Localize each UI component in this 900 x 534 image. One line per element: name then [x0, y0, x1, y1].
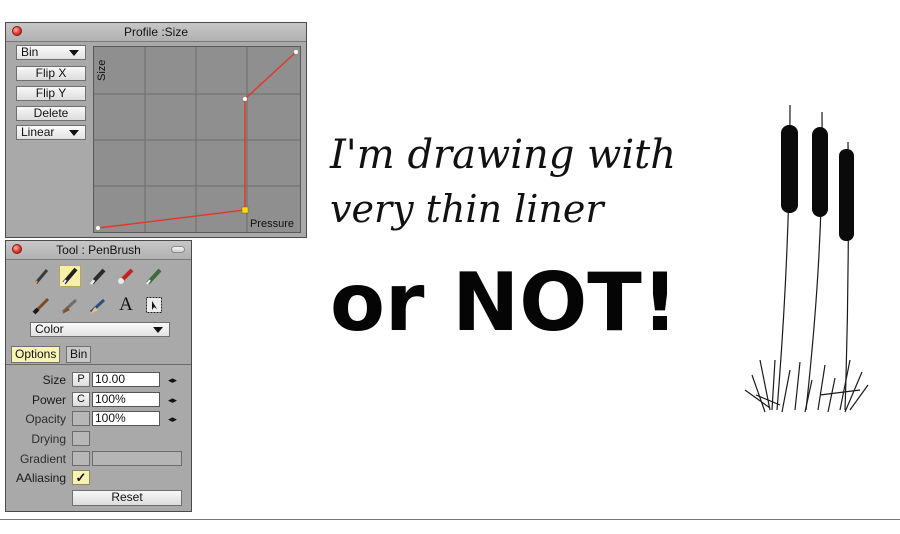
profile-title: Profile :Size — [123, 25, 189, 39]
handwriting-line-1: I'm drawing with — [329, 132, 676, 178]
curve-point-selected[interactable] — [241, 206, 249, 214]
power-stepper-icon[interactable]: ◂▸ — [168, 395, 177, 406]
curve-type-dropdown[interactable]: Linear — [16, 125, 86, 140]
marker-icon — [89, 268, 106, 285]
drying-label: Drying — [31, 432, 66, 446]
bin-dropdown[interactable]: Bin — [16, 45, 86, 60]
color-dropdown-label: Color — [35, 322, 64, 336]
tab-bin[interactable]: Bin — [66, 346, 92, 363]
flip-x-button[interactable]: Flip X — [16, 66, 86, 81]
power-label: Power — [31, 393, 66, 407]
delete-label: Delete — [33, 106, 69, 120]
cattail-heads — [781, 125, 854, 241]
power-field[interactable]: 100% — [92, 392, 160, 407]
airbrush-tool-button[interactable] — [115, 265, 137, 287]
opacity-label: Opacity — [25, 412, 66, 426]
fan-brush-icon — [89, 298, 106, 314]
power-curve-toggle[interactable]: C — [72, 392, 90, 407]
pencil-icon — [34, 269, 49, 285]
close-icon[interactable] — [12, 244, 22, 254]
profile-titlebar[interactable]: Profile :Size — [6, 23, 306, 42]
y-axis-label: Size — [96, 59, 108, 81]
color-dropdown[interactable]: Color — [30, 322, 170, 337]
aaliasing-checkbox[interactable]: ✓ — [72, 470, 90, 485]
close-icon[interactable] — [12, 26, 22, 36]
flip-y-button[interactable]: Flip Y — [16, 86, 86, 101]
curve-point[interactable] — [96, 226, 100, 230]
tab-options[interactable]: Options — [11, 346, 61, 363]
gradient-toggle[interactable] — [72, 451, 90, 466]
checkmark-icon: ✓ — [75, 470, 87, 485]
eraser-pen-tool-button[interactable] — [143, 265, 165, 287]
power-mode-label: C — [77, 393, 85, 405]
opacity-field[interactable]: 100% — [92, 411, 160, 426]
eraser-pen-icon — [146, 268, 162, 285]
chevron-down-icon — [153, 327, 163, 333]
x-axis-label: Pressure — [249, 218, 294, 230]
tab-divider — [6, 364, 191, 365]
pen-icon — [62, 267, 78, 285]
size-mode-label: P — [77, 373, 85, 385]
tool-title: Tool : PenBrush — [56, 243, 141, 257]
profile-curve-graph[interactable]: Size Pressure — [93, 46, 301, 233]
opacity-stepper-icon[interactable]: ◂▸ — [168, 414, 177, 425]
selection-tool-button[interactable] — [143, 294, 165, 316]
bold-brush-text: or NOT! — [330, 256, 678, 349]
reset-button[interactable]: Reset — [72, 490, 182, 506]
chevron-down-icon — [69, 50, 79, 56]
tab-bin-label: Bin — [70, 347, 88, 361]
flip-x-label: Flip X — [35, 66, 67, 80]
text-tool-button[interactable]: A — [115, 294, 137, 316]
gradient-label: Gradient — [19, 452, 66, 466]
flat-brush-tool-button[interactable] — [59, 294, 81, 316]
curve-type-label: Linear — [21, 125, 55, 139]
flip-y-label: Flip Y — [35, 86, 67, 100]
airbrush-icon — [118, 268, 134, 284]
curve-point[interactable] — [294, 50, 298, 54]
size-label: Size — [42, 373, 66, 387]
size-stepper-icon[interactable]: ◂▸ — [168, 375, 177, 386]
gradient-bar[interactable] — [92, 451, 182, 466]
flat-brush-icon — [61, 298, 78, 314]
selection-tool-icon — [146, 297, 162, 313]
brush-icon — [32, 297, 50, 315]
pencil-tool-button[interactable] — [31, 265, 53, 287]
bin-dropdown-label: Bin — [21, 45, 39, 59]
opacity-toggle[interactable] — [72, 411, 90, 426]
size-value: 10.00 — [95, 372, 126, 386]
reset-label: Reset — [111, 490, 143, 504]
handwriting-line-2: very thin liner — [330, 187, 606, 231]
size-field[interactable]: 10.00 — [92, 372, 160, 387]
pen-tool-button[interactable] — [59, 265, 81, 287]
marker-tool-button[interactable] — [87, 265, 109, 287]
collapse-icon[interactable] — [171, 246, 185, 253]
chevron-down-icon — [69, 130, 79, 136]
bottom-divider — [0, 519, 900, 520]
text-tool-icon: A — [119, 294, 133, 315]
profile-curve-svg[interactable] — [94, 47, 300, 232]
tab-options-label: Options — [15, 347, 57, 361]
curve-point[interactable] — [243, 97, 247, 101]
opacity-value: 100% — [95, 411, 126, 425]
drying-toggle[interactable] — [72, 431, 90, 446]
power-value: 100% — [95, 392, 126, 406]
aaliasing-label: AAliasing — [15, 471, 66, 485]
cattails-drawing — [744, 104, 869, 413]
delete-button[interactable]: Delete — [16, 106, 86, 121]
fan-brush-tool-button[interactable] — [87, 294, 109, 316]
brush-tool-button[interactable] — [31, 294, 53, 316]
size-pressure-toggle[interactable]: P — [72, 372, 90, 387]
tool-titlebar[interactable]: Tool : PenBrush — [6, 241, 191, 260]
